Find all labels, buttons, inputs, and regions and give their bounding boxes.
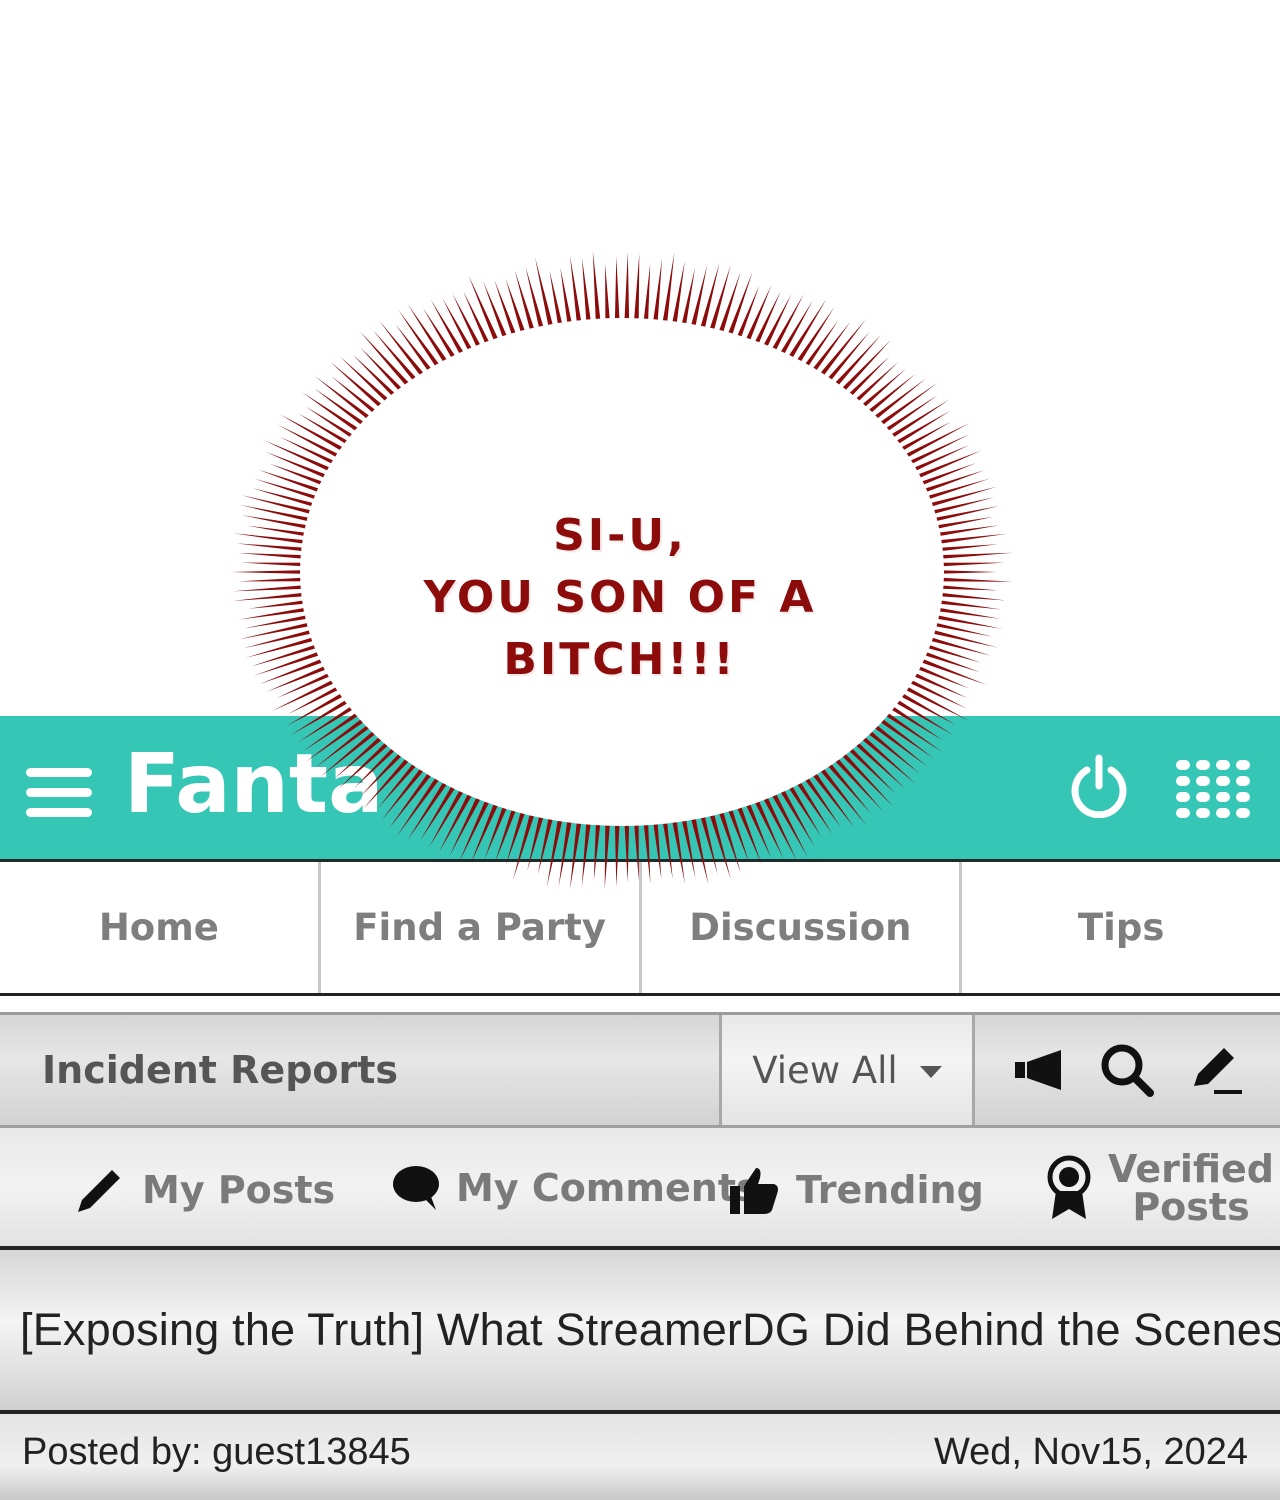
- write-post-icon[interactable]: [1188, 1042, 1244, 1098]
- board-actions: [975, 1015, 1280, 1125]
- speech-bubble-icon: [393, 1166, 439, 1210]
- view-filter-dropdown[interactable]: View All: [722, 1015, 975, 1125]
- search-icon[interactable]: [1099, 1042, 1155, 1098]
- view-filter-label: View All: [752, 1048, 898, 1092]
- filter-my-comments-label: My Comments: [456, 1166, 759, 1210]
- hamburger-menu-icon[interactable]: [24, 766, 94, 820]
- post-title[interactable]: [Exposing the Truth] What StreamerDG Did…: [20, 1304, 1280, 1356]
- shout-line-3: BITCH!!!: [503, 634, 737, 685]
- tab-discussion[interactable]: Discussion: [642, 862, 963, 993]
- post-author: Posted by: guest13845: [22, 1430, 411, 1473]
- app-brand: Fanta: [124, 737, 384, 832]
- board-title: Incident Reports: [0, 1015, 722, 1125]
- main-nav: Home Find a Party Discussion Tips: [0, 862, 1280, 996]
- shout-line-2: YOU SON OF A: [423, 572, 817, 623]
- thumbs-up-icon: [730, 1168, 778, 1214]
- award-ribbon-icon: [1047, 1155, 1091, 1219]
- filter-my-posts-label: My Posts: [142, 1168, 336, 1212]
- shout-text: SI-U, YOU SON OF A BITCH!!!: [400, 505, 840, 691]
- post-date: Wed, Nov15, 2024: [933, 1430, 1248, 1473]
- pencil-icon: [78, 1170, 120, 1212]
- board-header: Incident Reports View All: [0, 1012, 1280, 1128]
- filter-trending-label: Trending: [796, 1168, 984, 1212]
- post-item[interactable]: [Exposing the Truth] What StreamerDG Did…: [0, 1250, 1280, 1414]
- post-filters: My Posts My Comments Trending Verified P…: [0, 1128, 1280, 1250]
- filter-verified-label-line2: Posts: [1132, 1185, 1250, 1229]
- filter-verified-label-line1: Verified: [1108, 1147, 1275, 1191]
- post-meta: Posted by: guest13845 Wed, Nov15, 2024: [0, 1414, 1280, 1500]
- filter-verified-posts[interactable]: Verified Posts: [1046, 1150, 1274, 1226]
- tab-home[interactable]: Home: [0, 862, 321, 993]
- grid-dots-icon[interactable]: [1176, 760, 1250, 818]
- chevron-down-icon: [919, 1066, 942, 1078]
- filter-verified-label: Verified Posts: [1108, 1150, 1274, 1226]
- shout-line-1: SI-U,: [553, 510, 687, 561]
- tab-find-a-party[interactable]: Find a Party: [321, 862, 642, 993]
- app-header: Fanta: [0, 716, 1280, 862]
- tab-tips[interactable]: Tips: [962, 862, 1280, 993]
- megaphone-icon[interactable]: [1011, 1042, 1067, 1098]
- filter-my-posts[interactable]: My Posts: [74, 1164, 335, 1216]
- power-icon[interactable]: [1070, 754, 1128, 818]
- filter-my-comments[interactable]: My Comments: [392, 1164, 759, 1212]
- filter-trending[interactable]: Trending: [728, 1164, 984, 1216]
